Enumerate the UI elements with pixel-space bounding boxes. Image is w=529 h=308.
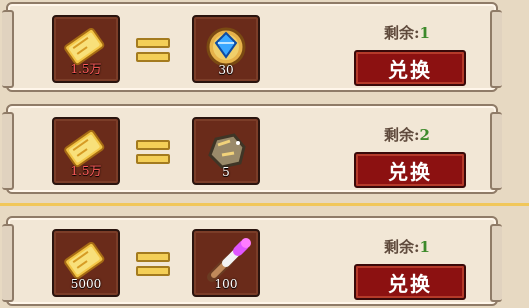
remaining-label: 剩余: — [384, 238, 420, 256]
reward-item-slot[interactable]: 30 — [192, 15, 260, 83]
remaining-value: 1 — [419, 238, 430, 256]
reward-item-slot[interactable]: 5 — [192, 117, 260, 185]
remaining-label: 剩余: — [384, 24, 420, 42]
cost-item-slot[interactable]: 5000 — [52, 229, 120, 297]
cost-amount: 1.5万 — [70, 62, 102, 76]
cost-amount: 5000 — [70, 277, 102, 291]
divider-line — [0, 203, 529, 206]
exchange-row: 5000 100 剩余:1 兑换 — [2, 216, 502, 306]
exchange-row: 1.5万 5 剩余:2 兑换 — [2, 104, 502, 194]
exchange-button[interactable]: 兑换 — [354, 50, 466, 86]
equals-icon — [136, 140, 170, 164]
equals-icon — [136, 38, 170, 62]
reward-amount: 100 — [214, 277, 238, 291]
remaining-text: 剩余:2 — [384, 124, 430, 145]
equals-icon — [136, 252, 170, 276]
exchange-button[interactable]: 兑换 — [354, 152, 466, 188]
remaining-text: 剩余:1 — [384, 22, 430, 43]
cost-item-slot[interactable]: 1.5万 — [52, 15, 120, 83]
cost-item-slot[interactable]: 1.5万 — [52, 117, 120, 185]
remaining-text: 剩余:1 — [384, 236, 430, 257]
cost-amount: 1.5万 — [70, 164, 102, 178]
remaining-label: 剩余: — [384, 126, 420, 144]
remaining-value: 2 — [419, 126, 430, 144]
remaining-value: 1 — [419, 24, 430, 42]
exchange-button[interactable]: 兑换 — [354, 264, 466, 300]
reward-item-slot[interactable]: 100 — [192, 229, 260, 297]
reward-amount: 30 — [218, 63, 234, 77]
reward-amount: 5 — [222, 165, 230, 179]
exchange-row: 1.5万 30 剩余:1 兑换 — [2, 2, 502, 92]
